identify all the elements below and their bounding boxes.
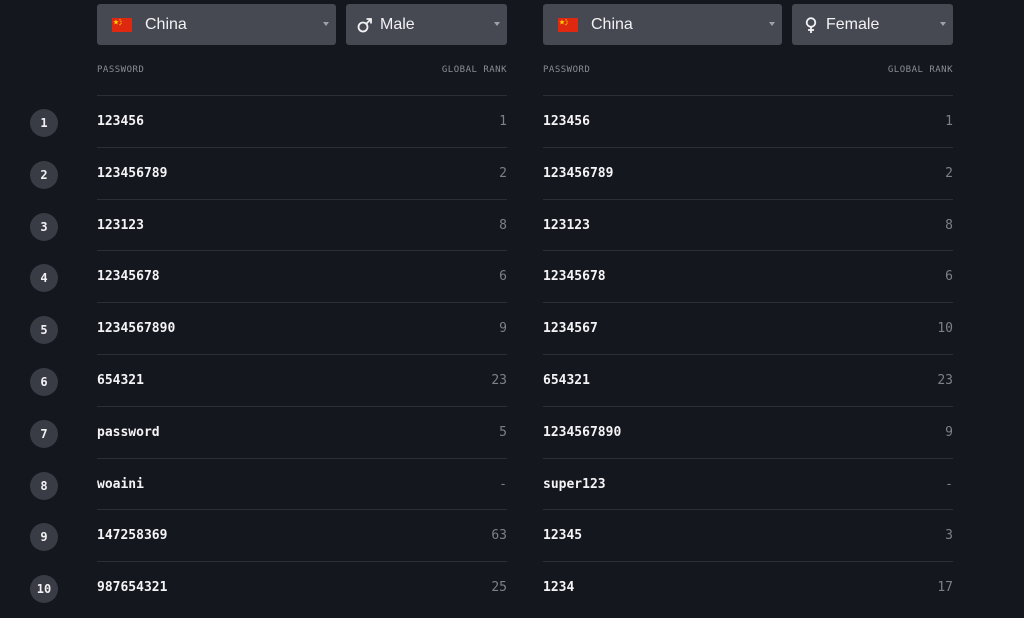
global-rank-value: 2 [945,165,953,181]
table-row: 1234567890 9 [543,407,953,459]
rank-badge: 5 [30,316,58,345]
rank-badge: 2 [30,160,58,189]
rank-badge: 9 [30,523,58,552]
table-row: 12345 3 [543,510,953,563]
table-row: 987654321 25 [97,562,507,614]
global-rank-value: 6 [499,269,507,285]
rank-badge: 6 [30,368,58,396]
password-value: super123 [543,476,606,492]
global-rank-value: 2 [499,165,507,181]
filter-bar: China Female [543,0,953,45]
password-column-header: PASSWORD [97,65,145,75]
password-value: 12345 [543,528,583,544]
password-list: 123456 1 123456789 2 123123 8 12345678 6 123… [97,96,507,614]
global-rank-value: 8 [945,217,953,233]
password-value: password [97,424,160,440]
table-row: 654321 23 [97,355,507,407]
global-rank-value: 3 [945,528,953,544]
country-select[interactable]: China [543,4,782,45]
country-select-value: China [591,15,633,33]
rank-badge: 8 [30,471,58,500]
password-value: 1234567890 [543,424,622,440]
table-row: 147258369 63 [97,510,507,563]
table-row: 123456789 2 [97,148,507,200]
rank-badge: 3 [30,212,58,241]
country-select[interactable]: China [97,4,336,45]
password-value: 12345678 [97,269,160,285]
global-rank-value: - [945,476,953,492]
table-row: 123456 1 [543,96,953,148]
global-rank-value: 1 [945,114,953,129]
global-rank-value: - [499,476,507,492]
global-rank-value: 5 [499,424,507,440]
rank-badge: 7 [30,419,58,448]
caret-down-icon [323,22,329,26]
global-rank-value: 25 [491,580,507,596]
table-row: 123456 1 [97,96,507,148]
table-row: 654321 23 [543,355,953,407]
global-rank-value: 23 [937,372,953,388]
rank-badge: 10 [30,575,58,604]
global-rank-value: 9 [499,321,507,337]
global-rank-value: 23 [491,372,507,388]
global-rank-value: 8 [499,217,507,233]
global-rank-value: 10 [937,321,953,337]
password-list: 123456 1 123456789 2 123123 8 12345678 6 123… [543,96,953,614]
left-password-panel: China Male PASSWORD GLOBAL RANK 123456 1 … [97,0,507,614]
table-row: super123 - [543,459,953,511]
male-symbol-icon [356,16,374,34]
password-value: 123456 [97,114,144,129]
table-row: 12345678 6 [543,251,953,304]
rank-badge: 4 [30,264,58,293]
table-row: password 5 [97,407,507,459]
gender-select-value: Female [826,15,880,33]
global-rank-value: 6 [945,269,953,285]
caret-down-icon [940,22,946,26]
password-value: 123123 [543,217,590,233]
global-rank-column-header: GLOBAL RANK [887,65,953,75]
female-symbol-icon [802,16,820,34]
password-value: 654321 [543,372,590,388]
global-rank-value: 9 [945,424,953,440]
table-header: PASSWORD GLOBAL RANK [97,45,507,96]
gender-select[interactable]: Male [346,4,507,45]
table-row: woaini - [97,459,507,511]
password-value: 1234567890 [97,321,176,337]
password-value: 123456789 [543,165,614,181]
table-row: 123123 8 [97,200,507,252]
rank-badge: 1 [30,109,58,137]
password-value: 1234 [543,580,575,596]
gender-select[interactable]: Female [792,4,953,45]
password-value: 1234567 [543,321,598,337]
table-row: 1234 17 [543,562,953,614]
global-rank-value: 17 [937,580,953,596]
password-value: woaini [97,476,144,492]
password-value: 123456 [543,114,590,129]
global-rank-column-header: GLOBAL RANK [441,65,507,75]
password-column-header: PASSWORD [543,65,591,75]
china-flag-icon [558,17,578,32]
password-value: 147258369 [97,528,168,544]
table-row: 1234567 10 [543,303,953,355]
password-value: 987654321 [97,580,168,596]
table-row: 123123 8 [543,200,953,252]
china-flag-icon [112,17,132,32]
global-rank-value: 1 [499,114,507,129]
password-value: 12345678 [543,269,606,285]
table-header: PASSWORD GLOBAL RANK [543,45,953,96]
country-select-value: China [145,15,187,33]
password-value: 654321 [97,372,144,388]
table-row: 123456789 2 [543,148,953,200]
caret-down-icon [494,22,500,26]
caret-down-icon [769,22,775,26]
gender-select-value: Male [380,15,415,33]
filter-bar: China Male [97,0,507,45]
right-password-panel: China Female PASSWORD GLOBAL RANK 123456… [543,0,953,614]
table-row: 12345678 6 [97,251,507,304]
password-value: 123456789 [97,165,168,181]
password-value: 123123 [97,217,144,233]
global-rank-value: 63 [491,528,507,544]
table-row: 1234567890 9 [97,303,507,355]
